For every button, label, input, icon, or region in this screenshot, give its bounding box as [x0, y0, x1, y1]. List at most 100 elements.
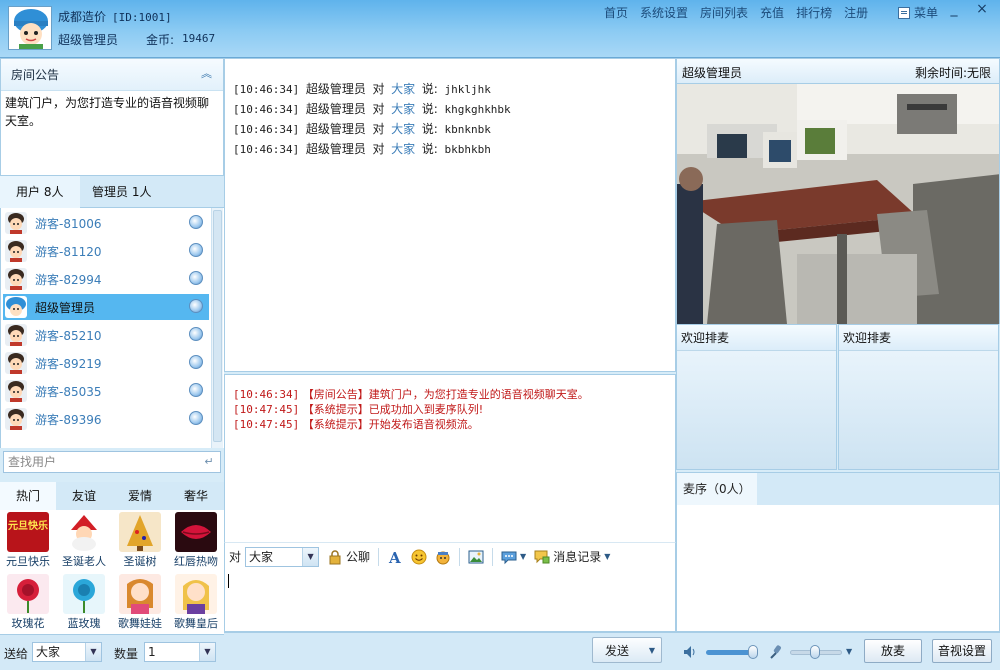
user-name: 游客-81006 — [35, 216, 102, 231]
speaker-icon[interactable] — [682, 644, 698, 660]
microphone-icon[interactable] — [768, 644, 784, 660]
toolbar-divider — [378, 547, 380, 566]
video-feed[interactable] — [676, 84, 1000, 324]
gift-send-bar: 送给 大家 ▼ 数量 1 ▼ — [0, 634, 224, 670]
chat-message: [10:46:34] 超级管理员 对 大家 说: bkbhkbh — [233, 139, 675, 159]
gift-item[interactable]: 歌舞皇后 — [168, 572, 224, 634]
send-label: 发送 — [605, 643, 630, 658]
minimize-button[interactable]: _ — [940, 0, 968, 18]
user-list-item[interactable]: 游客-85035 — [3, 378, 209, 404]
nav-register[interactable]: 注册 — [844, 4, 868, 21]
gift-tab-friendship[interactable]: 友谊 — [56, 482, 112, 510]
volume-slider-thumb[interactable] — [748, 645, 758, 659]
nav-room-list[interactable]: 房间列表 — [700, 4, 748, 21]
quantity-select[interactable]: 1 ▼ — [144, 642, 216, 662]
user-list-item[interactable]: 游客-85210 — [3, 322, 209, 348]
mic-volume-slider-thumb[interactable] — [810, 645, 820, 659]
face-icon — [436, 551, 450, 564]
room-id: [ID:1001] — [112, 11, 172, 24]
animated-emoji-button[interactable] — [435, 549, 451, 565]
tab-users[interactable]: 用户 8人 — [0, 176, 80, 208]
send-to-select[interactable]: 大家 ▼ — [32, 642, 102, 662]
public-chat-toggle[interactable]: 公聊 — [327, 548, 370, 565]
message-text: jhkljhk — [444, 83, 491, 96]
user-status-icon[interactable] — [189, 355, 203, 369]
message-say-word: 说: — [421, 82, 438, 96]
guest-avatar-icon — [5, 240, 27, 262]
user-status-icon[interactable] — [189, 327, 203, 341]
message-sender[interactable]: 超级管理员 — [306, 102, 366, 116]
chevron-down-icon[interactable]: ▼ — [846, 647, 852, 656]
nav-home[interactable]: 首页 — [604, 4, 628, 21]
message-sender[interactable]: 超级管理员 — [306, 82, 366, 96]
gift-tab-love[interactable]: 爱情 — [112, 482, 168, 510]
gift-item[interactable]: 圣诞老人 — [56, 510, 112, 572]
user-list-scrollbar[interactable] — [211, 208, 223, 448]
release-mic-button[interactable]: 放麦 — [864, 639, 922, 663]
tab-mic-order[interactable]: 麦序（0人） — [677, 473, 757, 505]
user-search-input[interactable]: 查找用户 ↵ — [3, 451, 221, 473]
emoji-button[interactable] — [411, 549, 427, 565]
nav-system-settings[interactable]: 系统设置 — [640, 4, 688, 21]
user-list-item[interactable]: 游客-89396 — [3, 406, 209, 432]
chat-target-select[interactable]: 大家 ▼ — [245, 546, 320, 567]
mic-queue-slot-1[interactable]: 欢迎排麦 — [676, 324, 837, 470]
user-status-icon[interactable] — [189, 411, 203, 425]
system-message-time: [10:47:45] — [233, 403, 300, 416]
user-list-item[interactable]: 游客-81006 — [3, 210, 209, 236]
message-recipient[interactable]: 大家 — [391, 122, 415, 136]
chat-message: [10:46:34] 超级管理员 对 大家 说: kbnknbk — [233, 119, 675, 139]
quick-reply-button[interactable]: ▼ — [501, 549, 526, 565]
user-list-item[interactable]: 游客-82994 — [3, 266, 209, 292]
chevron-down-icon[interactable]: ▼ — [649, 646, 655, 655]
chat-message: [10:46:34] 超级管理员 对 大家 说: jhkljhk — [233, 79, 675, 99]
quantity-label: 数量 — [114, 647, 139, 661]
gift-item[interactable]: 蓝玫瑰 — [56, 572, 112, 634]
message-text: kbnknbk — [444, 123, 491, 136]
user-status-icon[interactable] — [189, 271, 203, 285]
menu-button[interactable]: 菜单 — [898, 4, 938, 21]
message-recipient[interactable]: 大家 — [391, 142, 415, 156]
message-input[interactable] — [224, 570, 676, 632]
nav-ranking[interactable]: 排行榜 — [796, 4, 832, 21]
room-notice: 房间公告 ︽ 建筑门户，为您打造专业的语音视频聊天室。 — [0, 58, 224, 176]
message-history-button[interactable]: 消息记录 ▼ — [534, 548, 610, 565]
window-controls: _ × — [940, 0, 996, 18]
nav-recharge[interactable]: 充值 — [760, 4, 784, 21]
gift-item[interactable]: 歌舞娃娃 — [112, 572, 168, 634]
user-status-icon[interactable] — [189, 215, 203, 229]
send-button[interactable]: 发送 ▼ — [592, 637, 662, 663]
message-say-word: 说: — [421, 142, 438, 156]
enter-icon[interactable]: ↵ — [200, 454, 218, 470]
notice-text: 建筑门户，为您打造专业的语音视频聊天室。 — [5, 96, 210, 128]
user-name: 游客-81120 — [35, 244, 102, 259]
close-button[interactable]: × — [968, 0, 996, 18]
christmas-tree-icon — [119, 512, 161, 552]
user-status-icon[interactable] — [189, 383, 203, 397]
image-button[interactable] — [468, 549, 484, 565]
message-sender[interactable]: 超级管理员 — [306, 142, 366, 156]
user-status-icon[interactable] — [189, 243, 203, 257]
gift-item[interactable]: 元旦快乐 元旦快乐 — [0, 510, 56, 572]
font-button[interactable]: A — [387, 549, 403, 565]
user-avatar[interactable] — [8, 6, 52, 50]
av-settings-button[interactable]: 音视设置 — [932, 639, 992, 663]
message-recipient[interactable]: 大家 — [391, 102, 415, 116]
message-recipient[interactable]: 大家 — [391, 82, 415, 96]
text-cursor — [228, 574, 229, 588]
user-list-item[interactable]: 游客-81120 — [3, 238, 209, 264]
user-list-item[interactable]: 超级管理员 — [3, 294, 209, 320]
message-sender[interactable]: 超级管理员 — [306, 122, 366, 136]
gift-item[interactable]: 圣诞树 — [112, 510, 168, 572]
gift-tab-luxury[interactable]: 奢华 — [168, 482, 224, 510]
scrollbar-thumb[interactable] — [213, 210, 222, 442]
tab-admins[interactable]: 管理员 1人 — [92, 176, 151, 208]
mic-queue-slot-2[interactable]: 欢迎排麦 — [838, 324, 999, 470]
user-list-item[interactable]: 游客-89219 — [3, 350, 209, 376]
collapse-icon[interactable]: ︽ — [201, 68, 213, 80]
gift-item[interactable]: 玫瑰花 — [0, 572, 56, 634]
user-status-icon[interactable] — [189, 299, 203, 313]
gift-item[interactable]: 红唇热吻 — [168, 510, 224, 572]
gift-tab-hot[interactable]: 热门 — [0, 482, 56, 510]
lock-icon — [329, 549, 341, 564]
